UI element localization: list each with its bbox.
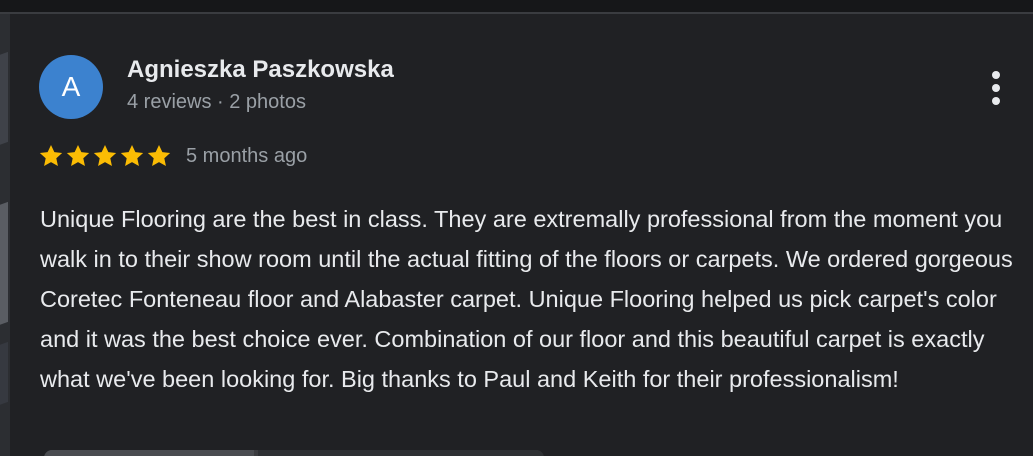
review-card: A Agnieszka Paszkowska 4 reviews · 2 pho… [10,14,1033,456]
star-icon [39,144,63,166]
top-divider [0,0,1033,14]
background-map-edge [0,14,10,456]
avatar-initial: A [61,71,81,102]
map-fragment [0,341,8,407]
reviewer-meta[interactable]: 4 reviews · 2 photos [127,91,306,114]
star-icon [120,144,144,166]
review-photos[interactable] [44,450,544,456]
map-fragment [0,51,8,147]
star-rating [38,143,173,169]
star-icon [147,144,171,166]
more-options-button[interactable] [982,68,1010,108]
star-icon [66,144,90,166]
review-photo[interactable] [258,450,544,456]
review-text: Unique Flooring are the best in class. T… [40,206,1013,392]
reviewer-avatar[interactable]: A [39,55,103,119]
map-fragment [0,201,8,327]
reviewer-name[interactable]: Agnieszka Paszkowska [127,56,394,84]
rating-row: 5 months ago [38,142,307,170]
star-icon [93,144,117,166]
review-date: 5 months ago [186,144,308,167]
review-photo[interactable] [44,450,254,456]
